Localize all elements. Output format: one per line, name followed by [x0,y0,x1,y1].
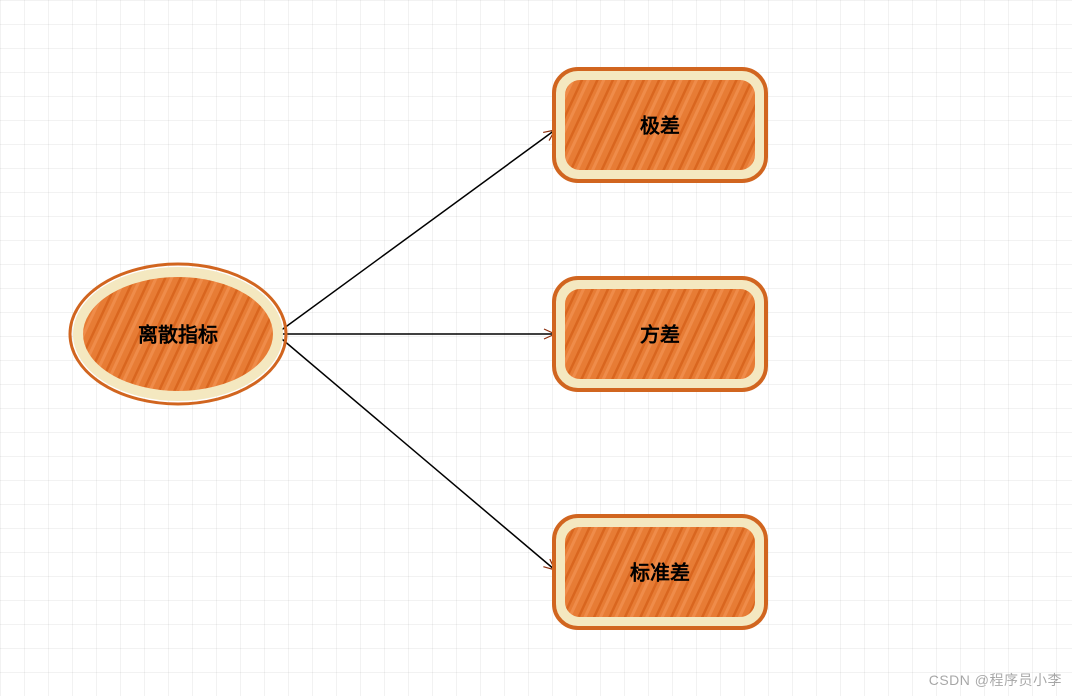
child-node-1-label: 方差 [640,322,680,346]
edge-root-to-child-2 [276,334,555,570]
child-node-2: 标准差 [554,516,766,628]
child-node-2-label: 标准差 [630,560,690,584]
edges-group [276,130,555,570]
child-node-0: 极差 [554,69,766,181]
diagram-canvas: 离散指标 极差 方差 标准差 [0,0,1072,696]
child-node-1: 方差 [554,278,766,390]
root-node-label: 离散指标 [138,322,218,346]
edge-root-to-child-0 [276,130,555,334]
root-node: 离散指标 [70,264,286,404]
child-node-0-label: 极差 [640,113,680,137]
